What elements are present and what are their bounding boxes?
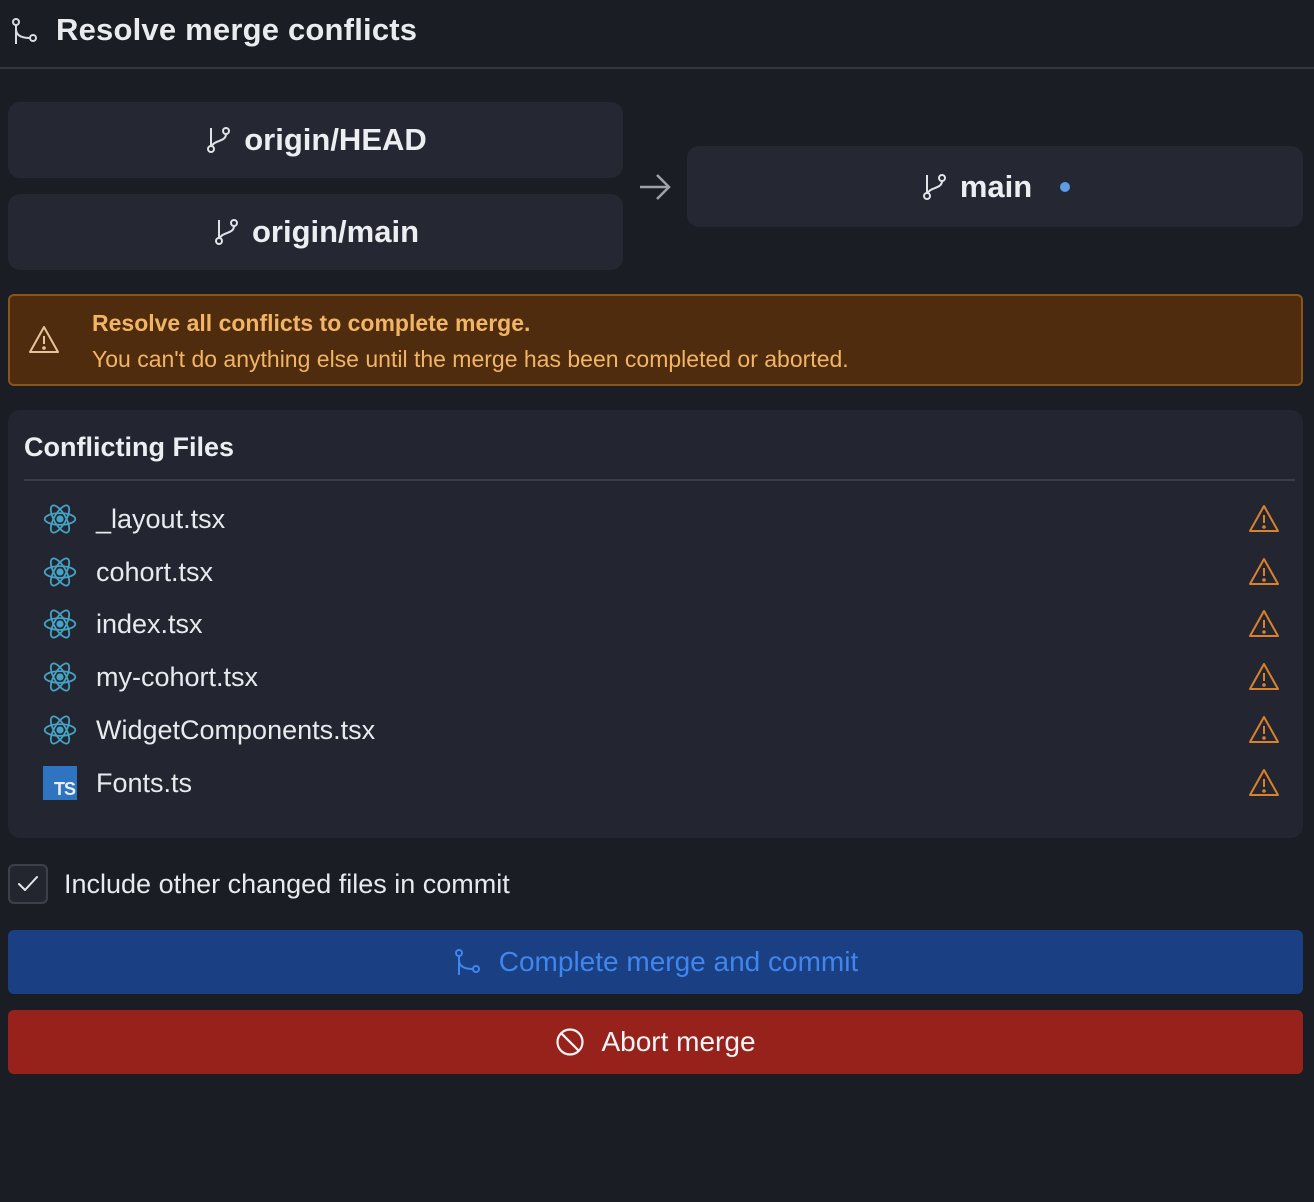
divider xyxy=(24,479,1295,481)
file-name: index.tsx xyxy=(96,608,203,639)
git-branch-icon xyxy=(922,173,946,200)
complete-merge-button[interactable]: Complete merge and commit xyxy=(8,930,1303,994)
complete-merge-label: Complete merge and commit xyxy=(498,946,859,977)
target-branch-main: main xyxy=(687,146,1303,227)
git-branch-icon xyxy=(214,219,238,245)
typescript-icon: TS xyxy=(40,763,80,803)
file-item[interactable]: WidgetComponents.tsx xyxy=(40,708,1280,752)
file-name: cohort.tsx xyxy=(96,556,214,587)
branch-label: origin/main xyxy=(251,214,420,249)
react-icon xyxy=(40,604,80,644)
include-other-files-checkbox[interactable] xyxy=(8,864,48,904)
file-item[interactable]: TS Fonts.ts xyxy=(40,761,1280,805)
file-item[interactable]: my-cohort.tsx xyxy=(40,655,1280,699)
page-title: Resolve merge conflicts xyxy=(56,12,418,47)
file-item[interactable]: cohort.tsx xyxy=(40,550,1280,594)
branch-label: origin/HEAD xyxy=(244,122,427,157)
file-item[interactable]: index.tsx xyxy=(40,602,1280,646)
git-merge-icon xyxy=(454,949,480,975)
ban-icon xyxy=(556,1028,585,1056)
checkmark-icon xyxy=(18,876,38,891)
react-icon xyxy=(40,657,80,697)
git-branch-icon xyxy=(207,127,231,153)
file-name: Fonts.ts xyxy=(96,767,193,798)
status-dot xyxy=(1060,181,1071,192)
file-name: my-cohort.tsx xyxy=(96,661,259,692)
warning-icon xyxy=(29,326,59,353)
ts-badge-label: TS xyxy=(53,779,76,799)
source-branch-origin-head: origin/HEAD xyxy=(8,102,623,178)
arrow-right-icon xyxy=(640,174,671,200)
abort-merge-label: Abort merge xyxy=(601,1026,756,1057)
warning-banner: Resolve all conflicts to complete merge.… xyxy=(8,294,1303,386)
file-name: _layout.tsx xyxy=(96,503,226,534)
warning-icon xyxy=(1249,663,1279,690)
include-other-files-label[interactable]: Include other changed files in commit xyxy=(64,869,510,900)
source-branch-origin-main: origin/main xyxy=(8,194,623,270)
header: Resolve merge conflicts xyxy=(0,0,1314,69)
file-item[interactable]: _layout.tsx xyxy=(40,497,1280,541)
warning-icon xyxy=(1249,558,1279,585)
warning-message: You can't do anything else until the mer… xyxy=(92,346,849,372)
abort-merge-button[interactable]: Abort merge xyxy=(8,1010,1303,1074)
react-icon xyxy=(40,710,80,750)
panel-title: Conflicting Files xyxy=(24,432,235,462)
warning-icon xyxy=(1249,610,1279,637)
warning-icon xyxy=(1249,716,1279,743)
warning-title: Resolve all conflicts to complete merge. xyxy=(92,310,531,336)
file-name: WidgetComponents.tsx xyxy=(96,714,376,745)
react-icon xyxy=(40,499,80,539)
warning-icon xyxy=(1249,505,1279,532)
branch-label: main xyxy=(959,168,1033,204)
react-icon xyxy=(40,552,80,592)
git-merge-icon xyxy=(12,18,37,44)
conflicting-files-panel: Conflicting Files _layout.tsx cohort.tsx xyxy=(8,410,1303,838)
warning-icon xyxy=(1249,769,1279,796)
include-other-files-option: Include other changed files in commit xyxy=(8,864,510,904)
